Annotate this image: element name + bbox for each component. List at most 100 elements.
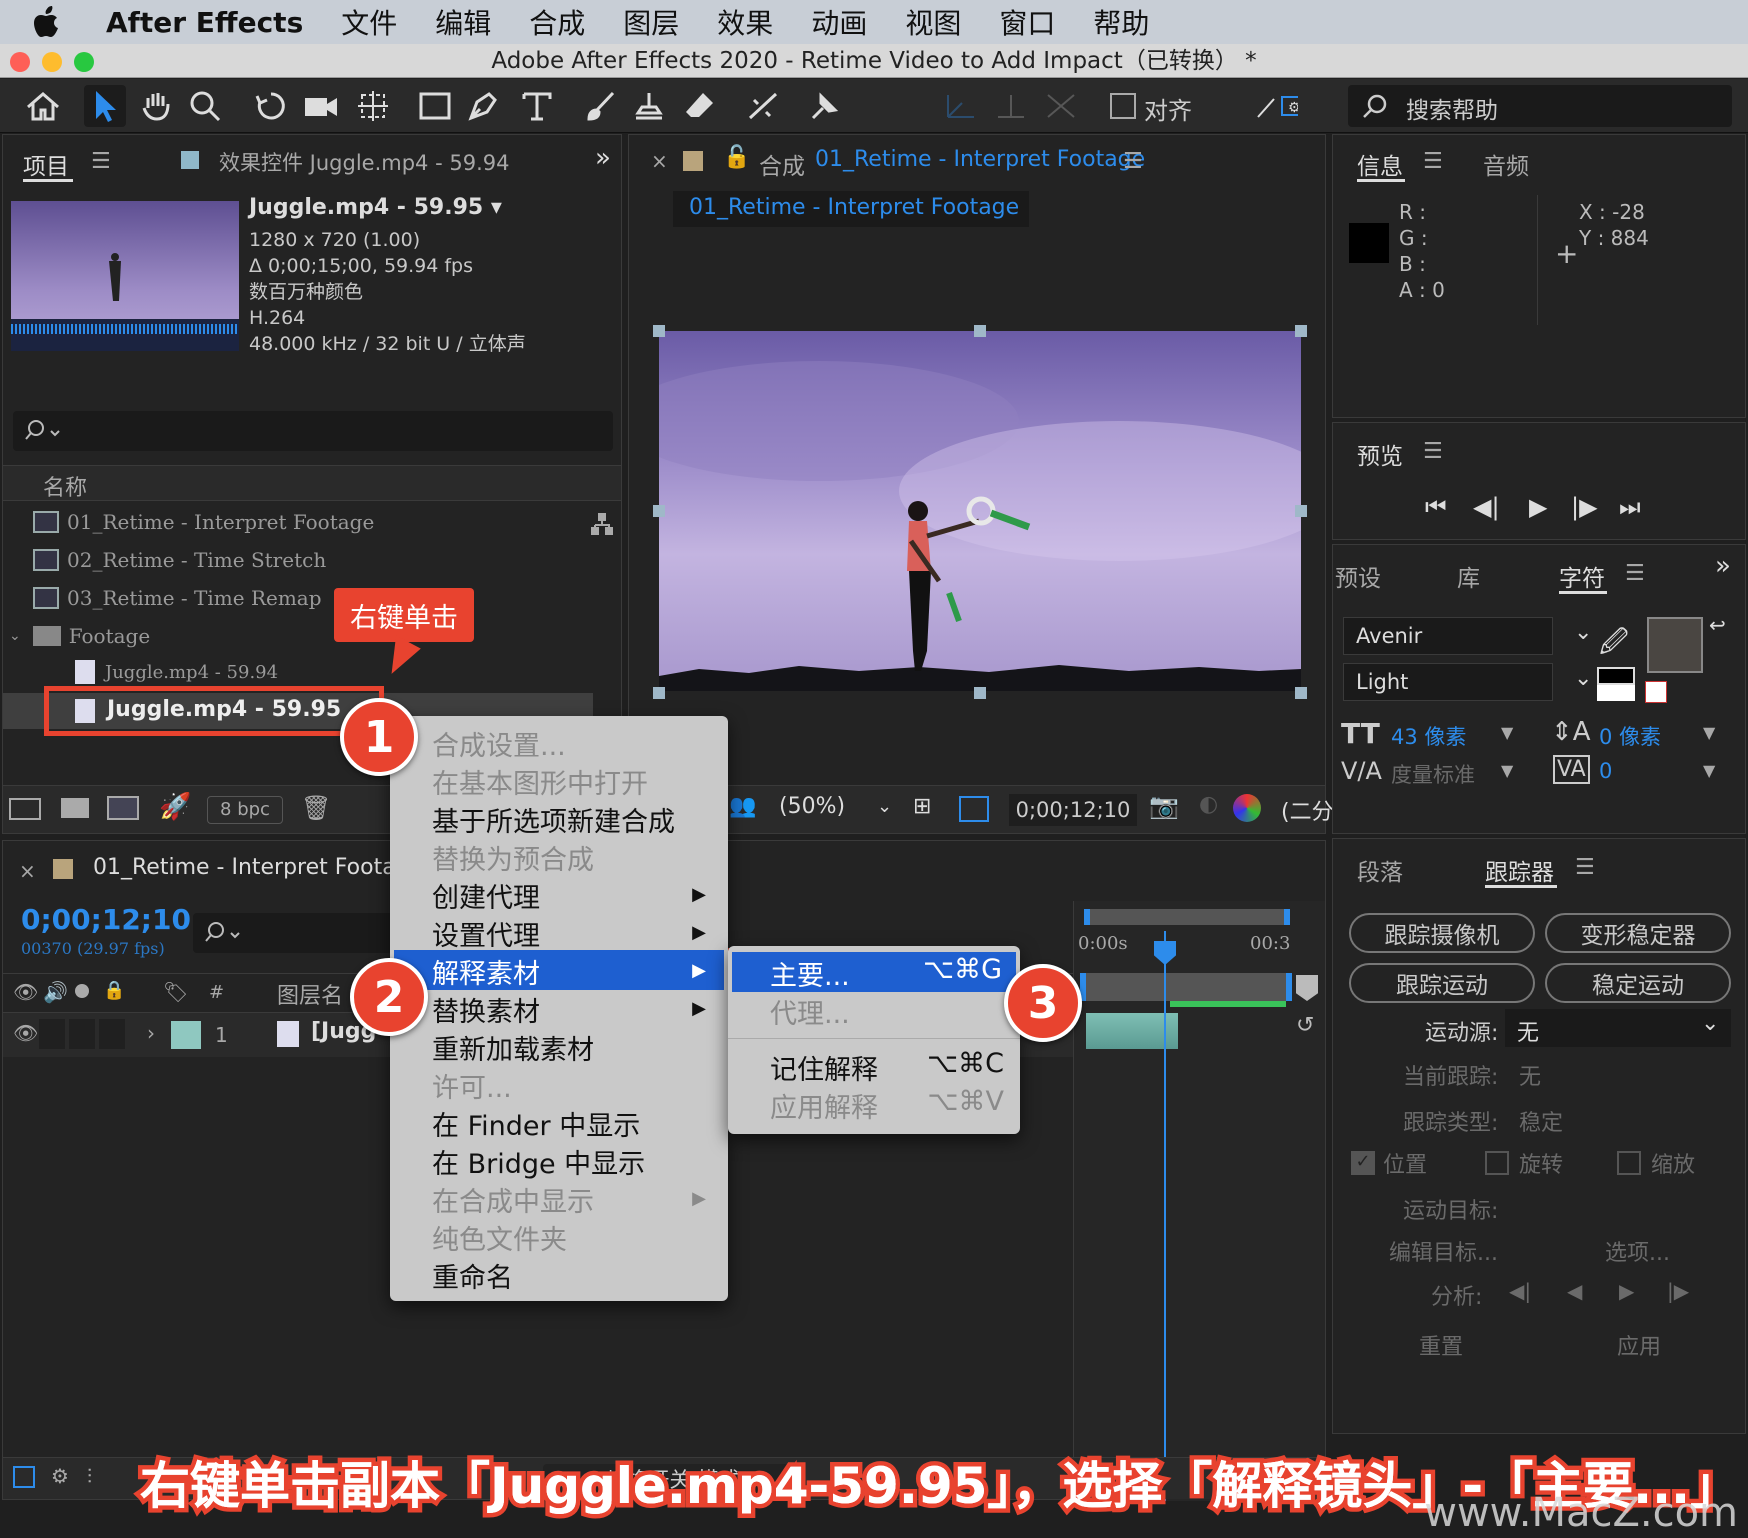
track-motion-button[interactable]: 跟踪运动 <box>1349 963 1535 1003</box>
panel-menu-icon[interactable]: ☰ <box>91 149 111 174</box>
lock-toggle[interactable] <box>99 1019 125 1049</box>
zoom-window-button[interactable] <box>74 52 94 72</box>
tab-tracker[interactable]: 跟踪器 <box>1485 853 1554 887</box>
no-color-swatch[interactable] <box>1645 681 1667 703</box>
menu-item-reveal-in-comp[interactable]: 在合成中显示 <box>432 1180 594 1219</box>
transform-handle[interactable] <box>1295 505 1307 517</box>
leading-value[interactable]: 0 像素 <box>1599 721 1661 751</box>
menu-view[interactable]: 视图 <box>905 2 961 42</box>
solo-toggle[interactable] <box>69 1019 95 1049</box>
comp-mini-flowchart-icon[interactable] <box>13 1466 35 1488</box>
minimize-window-button[interactable] <box>42 52 62 72</box>
timeline-graph[interactable]: 0:00s 00:3 ↺ <box>1073 901 1325 1501</box>
menu-edit[interactable]: 编辑 <box>435 2 491 42</box>
new-folder-icon[interactable] <box>61 798 89 818</box>
layer-name-header[interactable]: 图层名 <box>277 978 343 1010</box>
menu-effect[interactable]: 效果 <box>717 2 773 42</box>
lock-icon[interactable]: 🔓 <box>723 145 750 170</box>
first-frame-icon[interactable]: ⏮ <box>1425 493 1447 521</box>
analyze-forward-one-icon[interactable]: |▶ <box>1667 1279 1689 1303</box>
work-area-bar[interactable] <box>1084 909 1290 925</box>
help-search-input[interactable]: 搜索帮助 <box>1348 85 1732 127</box>
play-icon[interactable]: ▶ <box>1529 493 1547 521</box>
eye-icon[interactable]: 👁 <box>13 1021 38 1045</box>
timeline-search-input[interactable] <box>193 913 393 953</box>
tab-project[interactable]: 项目 <box>23 147 69 181</box>
fill-color-swatch[interactable] <box>1647 617 1703 673</box>
trash-icon[interactable]: 🗑 <box>301 794 331 822</box>
pan-behind-tool-icon[interactable] <box>352 85 394 127</box>
eye-icon[interactable]: 👁 <box>13 980 38 1004</box>
menu-item-open-in-essential-graphics[interactable]: 在基本图形中打开 <box>432 762 648 801</box>
app-menu[interactable]: After Effects <box>106 6 303 39</box>
interpret-footage-icon[interactable] <box>9 798 41 820</box>
panel-menu-icon[interactable]: ☰ <box>1423 439 1443 464</box>
brush-tool-icon[interactable] <box>580 85 622 127</box>
tab-info[interactable]: 信息 <box>1357 147 1403 181</box>
project-item-comp-2[interactable]: 02_Retime - Time Stretch <box>33 543 326 577</box>
audio-icon[interactable]: 🔊 <box>43 980 68 1004</box>
transform-handle[interactable] <box>974 325 986 337</box>
layer-label-color[interactable] <box>171 1021 201 1049</box>
tab-paragraph[interactable]: 段落 <box>1357 853 1403 887</box>
transform-handle[interactable] <box>653 505 665 517</box>
transform-handle[interactable] <box>1295 687 1307 699</box>
close-window-button[interactable] <box>10 52 30 72</box>
submenu-item-apply-interpretation[interactable]: 应用解释 <box>770 1086 878 1125</box>
menu-item-comp-settings[interactable]: 合成设置... <box>432 724 566 763</box>
menu-item-set-proxy[interactable]: 设置代理 <box>432 914 540 953</box>
panel-menu-icon[interactable]: ☰ <box>1625 561 1645 586</box>
menu-item-new-comp-from-selection[interactable]: 基于所选项新建合成 <box>432 800 675 839</box>
zoom-tool-icon[interactable] <box>184 85 226 127</box>
flowchart-icon[interactable] <box>589 511 615 541</box>
menu-item-replace-footage[interactable]: 替换素材 <box>432 990 540 1029</box>
menu-item-rename[interactable]: 重命名 <box>432 1256 513 1295</box>
scale-checkbox[interactable] <box>1617 1151 1641 1175</box>
show-snapshot-icon[interactable]: ◐ <box>1199 792 1218 817</box>
panel-menu-icon[interactable]: ☰ <box>1575 855 1595 880</box>
playhead-handle[interactable] <box>1154 941 1176 965</box>
comp-sub-tab[interactable]: 01_Retime - Interpret Footage <box>673 191 1029 227</box>
snapshot-camera-icon[interactable]: 📷 <box>1149 792 1179 820</box>
timeline-timecode[interactable]: 0;00;12;10 <box>21 903 191 936</box>
tab-libraries[interactable]: 库 <box>1457 559 1480 593</box>
submenu-item-main[interactable]: 主要... ⌥⌘G <box>732 952 1016 992</box>
timeline-tab-title[interactable]: 01_Retime - Interpret Footage <box>93 855 423 880</box>
region-of-interest-icon[interactable] <box>959 796 989 822</box>
menu-item-create-proxy[interactable]: 创建代理 <box>432 876 540 915</box>
comp-range-bar[interactable] <box>1080 973 1292 1001</box>
audio-toggle[interactable] <box>39 1019 65 1049</box>
kerning-value[interactable]: 度量标准 <box>1391 759 1475 789</box>
font-size-value[interactable]: 43 像素 <box>1391 721 1466 751</box>
current-time-indicator[interactable] <box>1164 931 1166 1501</box>
label-tag-icon[interactable]: 🏷 <box>163 980 188 1004</box>
channel-icon[interactable] <box>1233 794 1261 822</box>
chevron-down-icon[interactable]: ⌄ <box>877 796 892 817</box>
reset-button[interactable]: 重置 <box>1419 1329 1463 1361</box>
grid-icon[interactable]: ⊞ <box>913 794 931 819</box>
selection-tool-icon[interactable] <box>84 85 126 127</box>
project-item-footage-1[interactable]: Juggle.mp4 - 59.94 <box>75 655 278 689</box>
current-track-value[interactable]: 无 <box>1519 1059 1541 1091</box>
pen-tool-icon[interactable] <box>462 85 504 127</box>
panel-overflow-icon[interactable]: » <box>595 143 611 173</box>
last-frame-icon[interactable]: ⏭ <box>1619 493 1641 521</box>
menu-item-replace-precomp[interactable]: 替换为预合成 <box>432 838 594 877</box>
menu-window[interactable]: 窗口 <box>999 2 1055 42</box>
swap-colors-icon[interactable]: ↩ <box>1709 613 1726 637</box>
menu-file[interactable]: 文件 <box>341 2 397 42</box>
next-frame-icon[interactable]: |▶ <box>1571 493 1598 521</box>
menu-layer[interactable]: 图层 <box>623 2 679 42</box>
tab-audio[interactable]: 音频 <box>1483 147 1529 181</box>
apply-button[interactable]: 应用 <box>1617 1329 1661 1361</box>
mask-visibility-icon[interactable]: 👥 <box>729 794 756 819</box>
apple-icon[interactable] <box>34 0 78 44</box>
expand-stretch-icon[interactable]: ⫶ <box>87 1464 92 1488</box>
clone-stamp-tool-icon[interactable] <box>628 85 670 127</box>
pick-whip-icon[interactable]: ↺ <box>1296 1013 1314 1038</box>
menu-item-reveal-in-bridge[interactable]: 在 Bridge 中显示 <box>432 1142 645 1181</box>
panel-overflow-icon[interactable]: » <box>1715 551 1731 581</box>
analyze-back-one-icon[interactable]: ◀| <box>1509 1279 1531 1303</box>
composition-viewer-frame[interactable] <box>659 331 1301 691</box>
tab-effect-controls[interactable]: 效果控件 Juggle.mp4 - 59.94 <box>219 147 509 177</box>
